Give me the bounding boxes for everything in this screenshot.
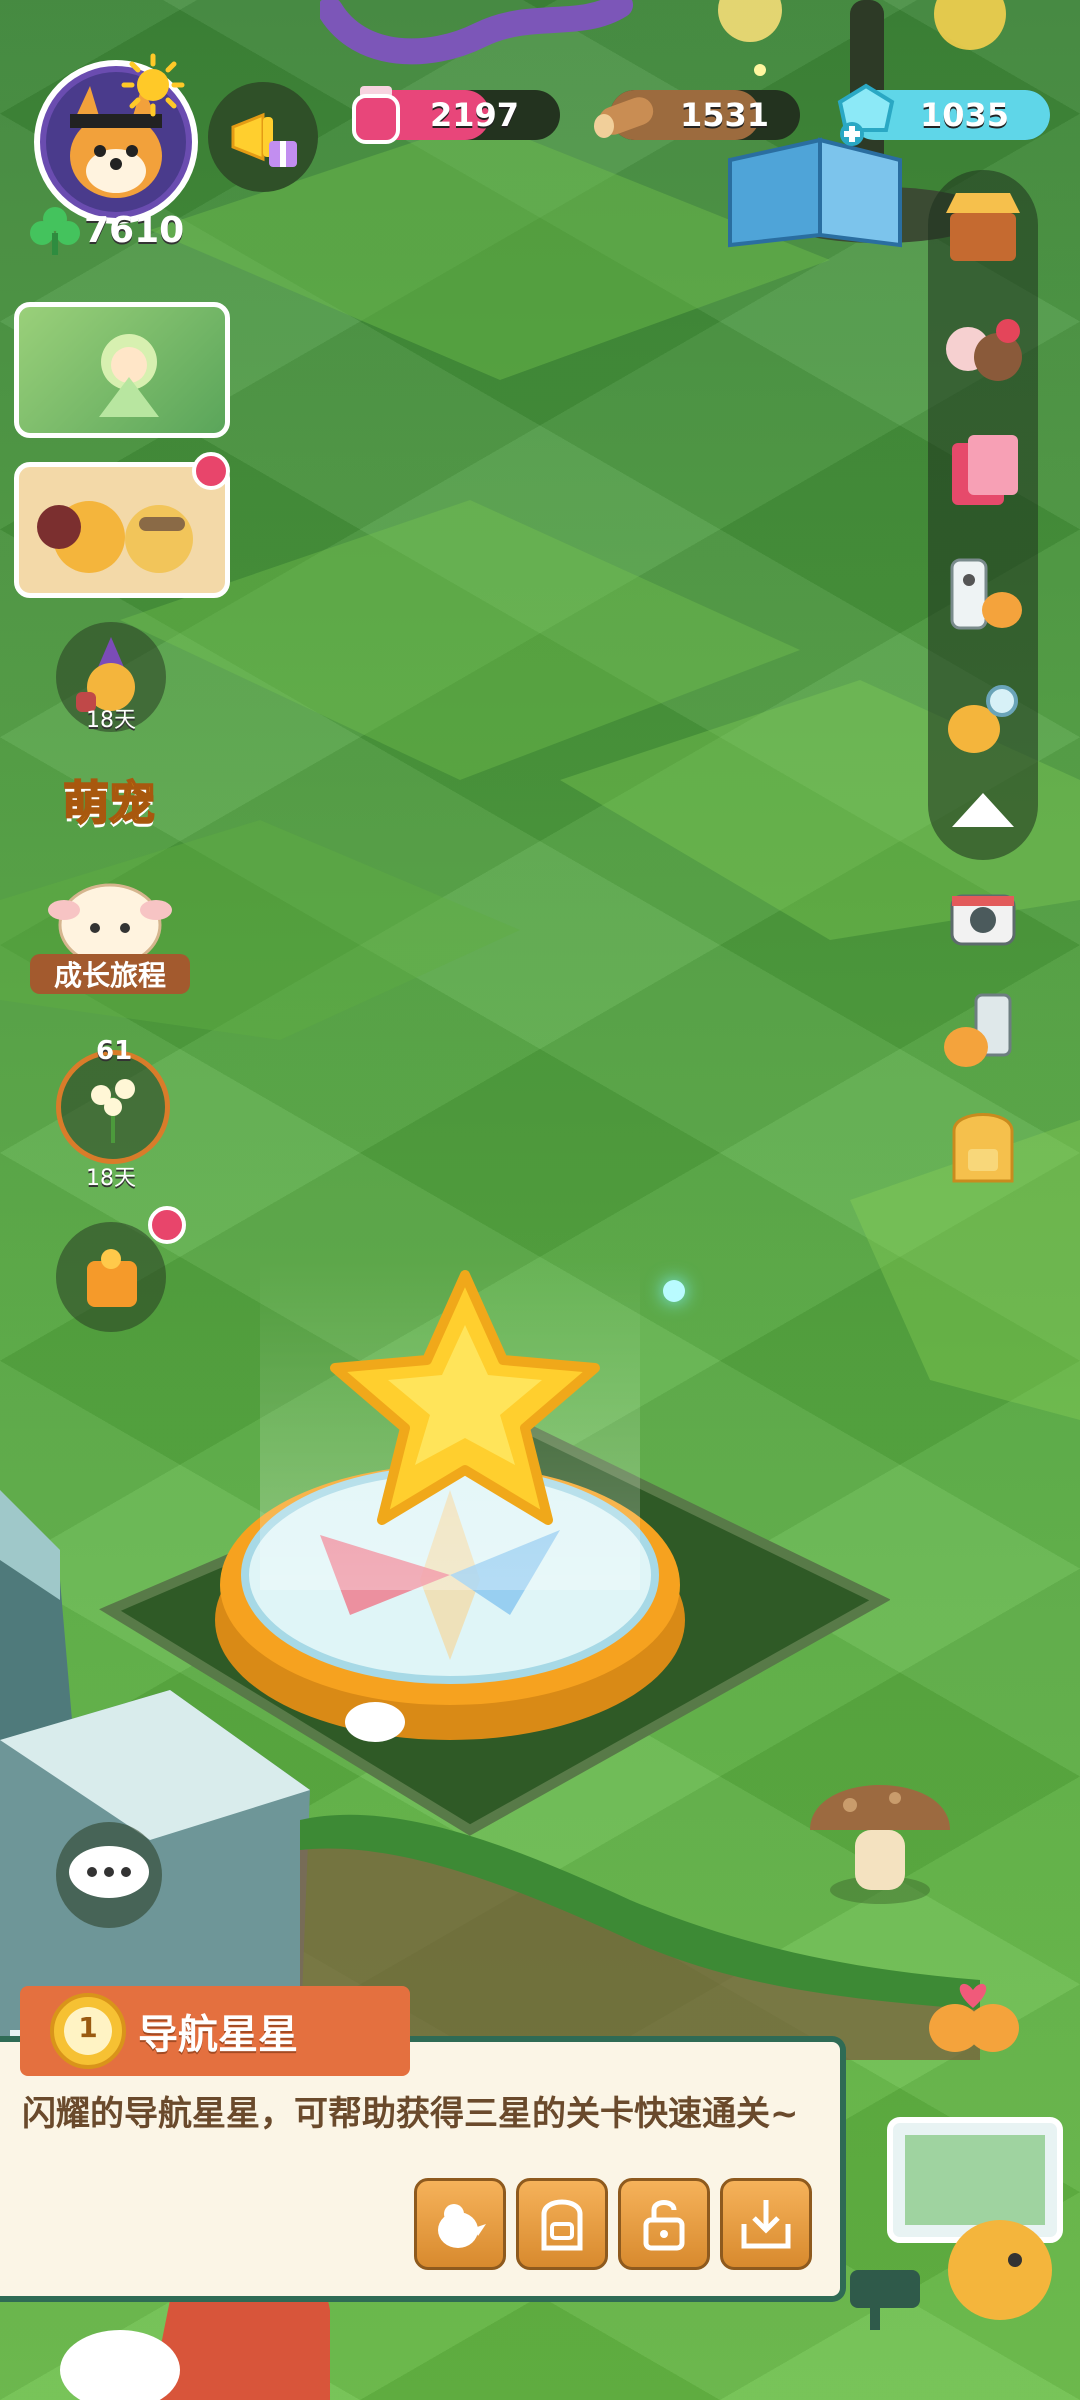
- item-title: 导航星星: [138, 2012, 298, 2058]
- duck-task-button[interactable]: [933, 668, 1033, 768]
- backpack-outline-icon: [541, 2199, 583, 2251]
- wood-resource-bar[interactable]: 1531: [594, 90, 800, 140]
- clover-count: 7610: [84, 209, 185, 251]
- remote-control-button[interactable]: [933, 545, 1033, 645]
- fairy-character-icon: [99, 334, 159, 417]
- item-description: 闪耀的导航星星，可帮助获得三星的关卡快速通关~: [22, 2094, 799, 2134]
- duck-outline-icon: [438, 2204, 486, 2248]
- clover-counter: 7610: [28, 205, 184, 255]
- shop-stall-icon: [946, 193, 1020, 261]
- fairy-event-banner[interactable]: [14, 302, 230, 438]
- duck-action-button[interactable]: [414, 2178, 506, 2270]
- duck-camera-icon: [850, 2117, 1063, 2330]
- chat-button[interactable]: [56, 1822, 162, 1928]
- backpack-icon: [952, 1113, 1014, 1183]
- backpack-action-button[interactable]: [516, 2178, 608, 2270]
- collapse-menu-button[interactable]: [933, 760, 1033, 860]
- item-level: 1: [78, 2011, 98, 2044]
- growth-journey-label: 成长旅程: [30, 954, 190, 994]
- duck-couple-button[interactable]: [918, 1958, 1028, 2068]
- bear-bunny-icon: [946, 319, 1022, 381]
- notification-dot: [148, 1206, 186, 1244]
- pet-label: 萌宠: [62, 775, 156, 831]
- download-box-icon: [741, 2200, 791, 2249]
- backpack-button[interactable]: [933, 1096, 1033, 1196]
- friends-button[interactable]: [933, 300, 1033, 400]
- shop-stall-button[interactable]: [933, 178, 1033, 278]
- orange-puzzle-icon: [87, 1249, 137, 1307]
- duck-magnifier-icon: [948, 685, 1018, 753]
- sparkle: [663, 1280, 685, 1302]
- ink-resource-bar[interactable]: 2197: [352, 86, 560, 144]
- chevron-up-icon: [952, 793, 1014, 827]
- album-button[interactable]: [933, 420, 1033, 520]
- pet-button[interactable]: 萌宠: [34, 760, 184, 840]
- gem-resource-bar[interactable]: 1035: [837, 83, 1050, 146]
- wood-value: 1531: [680, 96, 770, 134]
- camera-icon: [950, 894, 1016, 946]
- witch-event-days: 18天: [86, 708, 136, 733]
- unlock-action-button[interactable]: [618, 2178, 710, 2270]
- photo-mode-button[interactable]: [850, 2110, 1080, 2330]
- purple-vine-decoration: [320, 0, 633, 65]
- sun-icon: [121, 53, 185, 117]
- phone-duck-icon: [944, 993, 1012, 1067]
- level-badge: 1: [48, 1991, 128, 2071]
- clover-icon: [30, 207, 80, 255]
- remote-duck-icon: [950, 558, 1022, 630]
- growth-journey-button[interactable]: 成长旅程: [30, 870, 190, 1010]
- navigation-star[interactable]: [320, 1260, 610, 1540]
- photo-album-icon: [952, 435, 1018, 505]
- unlock-icon: [643, 2200, 685, 2251]
- phone-duck-button[interactable]: [933, 980, 1033, 1080]
- camera-button[interactable]: [933, 868, 1033, 968]
- store-action-button[interactable]: [720, 2178, 812, 2270]
- announcement-button[interactable]: [208, 82, 318, 192]
- duck-hearts-icon: [929, 1983, 1019, 2052]
- flower-event-days: 18天: [86, 1166, 136, 1191]
- notification-dot: [192, 452, 230, 490]
- lily-flower-icon: [91, 1079, 135, 1143]
- gem-value: 1035: [920, 96, 1010, 134]
- duck-friends-icon: [37, 501, 193, 573]
- flower-event-button[interactable]: [56, 1050, 170, 1164]
- chat-bubble-icon: [69, 1846, 149, 1898]
- flower-event-level: 61: [96, 1036, 133, 1066]
- puzzle-event-button[interactable]: [56, 1222, 166, 1332]
- item-title-banner: 1 导航星星: [20, 1986, 410, 2076]
- megaphone-gift-icon: [231, 112, 297, 167]
- ink-value: 2197: [430, 96, 520, 134]
